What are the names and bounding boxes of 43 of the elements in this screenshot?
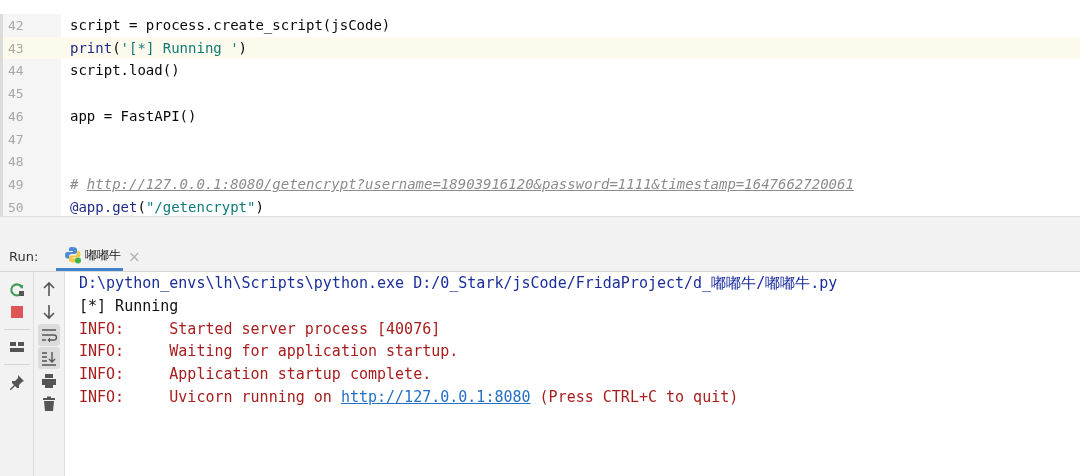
- code-text: ): [238, 39, 248, 56]
- line-number: 43: [7, 40, 24, 56]
- code-keyword: @app.get: [70, 198, 138, 215]
- soft-wrap-icon[interactable]: [41, 327, 57, 343]
- line-number: 42: [7, 17, 24, 33]
- stop-icon[interactable]: [8, 304, 25, 320]
- line-number: 46: [7, 108, 24, 124]
- run-label: Run:: [8, 249, 40, 264]
- log-text: INFO: Application startup complete.: [79, 365, 432, 384]
- scroll-to-end-icon[interactable]: [41, 350, 57, 366]
- code-text: app = FastAPI(): [70, 107, 197, 124]
- code-keyword: print: [70, 39, 113, 56]
- log-text: INFO: Uvicorn running on: [79, 388, 333, 406]
- rerun-icon[interactable]: [8, 281, 25, 297]
- code-text: (: [112, 39, 121, 56]
- code-text: script = process.create_script(jsCode): [70, 16, 391, 33]
- down-arrow-icon[interactable]: [41, 304, 57, 320]
- line-number: 47: [7, 131, 24, 147]
- code-text: script.load(): [70, 62, 180, 79]
- code-text: ): [255, 198, 264, 215]
- printer-icon[interactable]: [41, 373, 57, 389]
- line-number: 48: [7, 154, 24, 170]
- string-literal: "/getencrypt": [145, 198, 256, 215]
- layout-icon[interactable]: [8, 339, 25, 355]
- log-text: (Press CTRL+C to quit): [538, 388, 739, 406]
- up-arrow-icon[interactable]: [41, 281, 57, 297]
- line-number: 45: [7, 86, 24, 101]
- log-text: INFO: Waiting for application startup.: [79, 342, 459, 361]
- line-number: 44: [7, 63, 24, 79]
- line-number: 50: [7, 199, 24, 215]
- comment-link[interactable]: http://127.0.0.1:8080/getencrypt?username=18903916120&password=1111&timestamp=1647662720061: [86, 176, 854, 192]
- code-text: [*] Running: [79, 296, 179, 315]
- trash-icon[interactable]: [41, 396, 57, 412]
- string-literal: '[*] Running ': [120, 39, 239, 56]
- command-line-text: D:\python_envs\lh\Scripts\python.exe D:/0_Stark/jsCode/FridaProject/d_嘟嘟牛/嘟嘟牛.py: [79, 274, 838, 292]
- run-tab[interactable]: 嘟嘟牛: [56, 242, 123, 271]
- pin-icon[interactable]: [8, 374, 25, 390]
- line-number: 49: [7, 177, 24, 192]
- code-comment: #: [70, 176, 80, 192]
- python-icon: [64, 246, 82, 264]
- console-link[interactable]: http://127.0.0.1:8080: [340, 388, 531, 406]
- code-text: (: [137, 198, 146, 215]
- log-text: INFO: Started server process [40076]: [79, 319, 441, 338]
